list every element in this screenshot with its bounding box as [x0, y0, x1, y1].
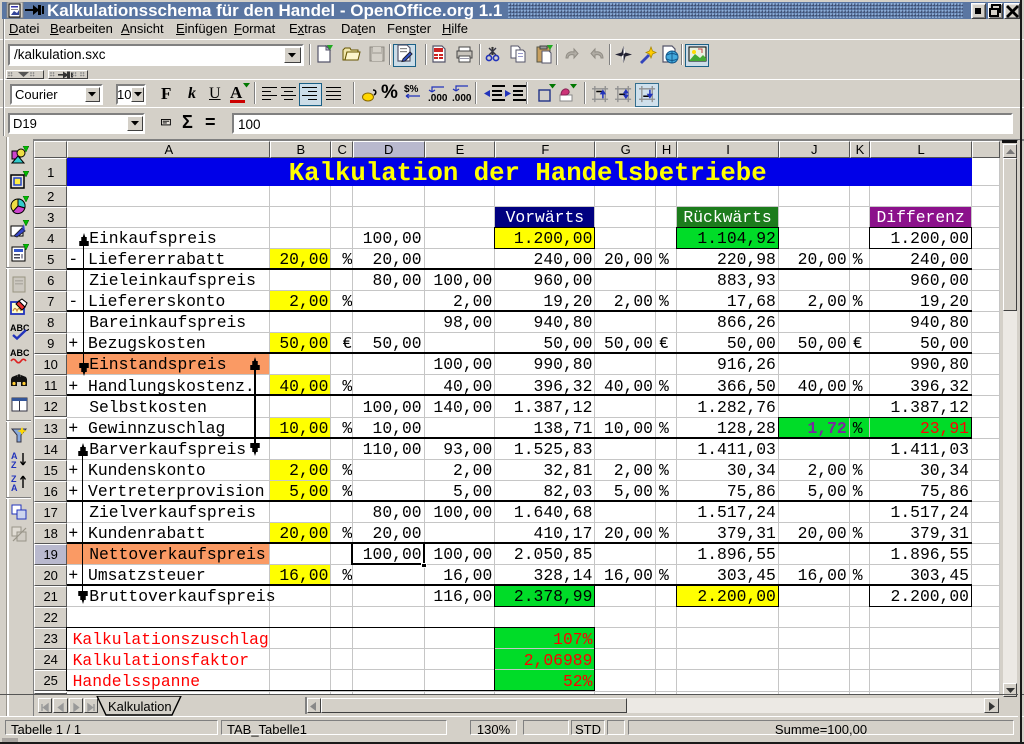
svg-text:Z: Z [11, 460, 17, 469]
svg-text:ABC: ABC [10, 348, 29, 358]
svg-text:A: A [11, 483, 18, 492]
